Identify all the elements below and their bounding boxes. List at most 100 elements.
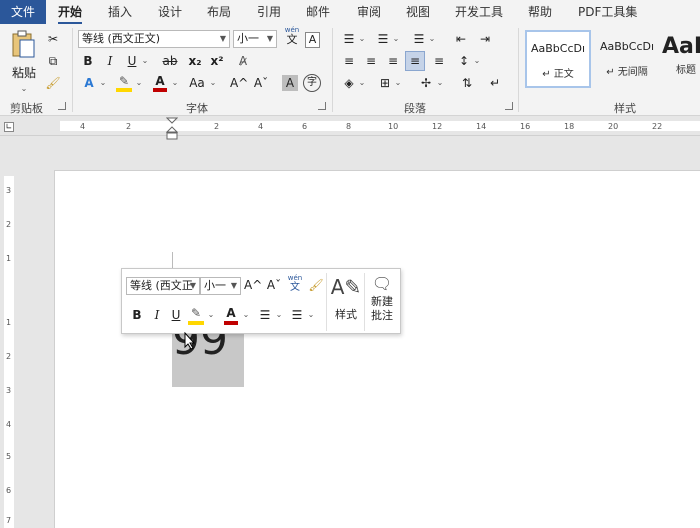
paragraph-launcher-icon[interactable] [505,102,513,110]
mini-bullets-icon[interactable]: ☰ [256,307,274,323]
chevron-down-icon[interactable]: ⌄ [206,307,216,323]
chevron-down-icon[interactable]: ⌄ [435,74,445,92]
chevron-down-icon[interactable]: ⌄ [208,74,218,92]
ruler-label: 22 [652,122,663,131]
chevron-down-icon[interactable]: ⌄ [393,74,403,92]
mini-underline-button[interactable]: U [169,307,183,323]
grow-font-button[interactable]: A^ [230,74,248,92]
tab-review[interactable]: 审阅 [349,0,389,24]
bold-button[interactable]: B [80,52,96,70]
subscript-button[interactable]: x₂ [186,52,204,70]
mini-bold-button[interactable]: B [130,307,144,323]
character-border-button[interactable]: A [305,32,320,48]
superscript-button[interactable]: x² [208,52,226,70]
chevron-down-icon[interactable]: ⌄ [274,307,284,323]
font-launcher-icon[interactable] [318,102,326,110]
tab-layout[interactable]: 布局 [199,0,239,24]
chevron-down-icon[interactable]: ⌄ [357,74,367,92]
line-spacing-icon[interactable]: ↕ [455,52,473,70]
tab-mailings[interactable]: 邮件 [298,0,338,24]
align-left-icon[interactable]: ≡ [340,52,358,70]
clear-formatting-icon[interactable]: A̷ [233,52,253,70]
tab-pdf-tools[interactable]: PDF工具集 [570,0,645,24]
italic-button[interactable]: I [102,52,118,70]
mini-styles-button[interactable]: A✎ 样式 [330,275,362,329]
justify-icon[interactable]: ≡ [405,51,425,71]
ruler-label: 6 [302,122,308,131]
indent-marker-icon[interactable] [165,117,179,143]
mini-font-name-combo[interactable]: 等线 (西文正 ▼ [126,277,200,295]
asian-layout-icon[interactable]: ✢ [416,74,436,92]
decrease-indent-icon[interactable]: ⇤ [452,30,470,48]
mini-new-comment-button[interactable]: 🗨 新建 批注 [366,273,398,331]
tab-developer[interactable]: 开发工具 [447,0,511,24]
format-painter-icon[interactable]: 🖌 [44,74,62,92]
font-name-value: 等线 (西文正文) [82,32,161,45]
chevron-down-icon[interactable]: ⌄ [170,74,180,92]
tab-home[interactable]: 开始 [50,0,90,24]
mini-italic-button[interactable]: I [150,307,164,323]
text-effects-icon[interactable]: A [80,74,98,92]
paste-dropdown-icon[interactable]: ⌄ [14,80,34,98]
tab-insert[interactable]: 插入 [100,0,140,24]
borders-icon[interactable]: ⊞ [376,74,394,92]
mini-font-size-combo[interactable]: 小一 ▼ [200,277,241,295]
font-color-button[interactable]: A [150,72,170,92]
tab-design[interactable]: 设计 [150,0,190,24]
paste-button[interactable] [8,30,38,62]
align-center-icon[interactable]: ≡ [362,52,380,70]
clipboard-launcher-icon[interactable] [58,102,66,110]
ruler-label: 6 [6,486,12,495]
shrink-font-button[interactable]: Aˇ [252,74,270,92]
chevron-down-icon[interactable]: ⌄ [472,52,482,70]
mini-shrink-font-button[interactable]: Aˇ [265,277,283,293]
mini-highlight-button[interactable]: ✎ [186,305,206,325]
align-right-icon[interactable]: ≡ [384,52,402,70]
shading-icon[interactable]: ◈ [340,74,358,92]
chevron-down-icon[interactable]: ⌄ [391,30,401,48]
ruler-label: 4 [80,122,86,131]
enclose-characters-button[interactable]: 字 [303,74,321,92]
tab-help[interactable]: 帮助 [520,0,560,24]
increase-indent-icon[interactable]: ⇥ [476,30,494,48]
ruler-label: 3 [6,386,12,395]
tab-file[interactable]: 文件 [0,0,46,24]
chevron-down-icon[interactable]: ⌄ [306,307,316,323]
mini-grow-font-button[interactable]: A^ [244,277,262,293]
tab-view[interactable]: 视图 [398,0,438,24]
numbering-icon[interactable]: ☰ [374,30,392,48]
font-size-combo[interactable]: 小一 ▼ [233,30,277,48]
cut-icon[interactable]: ✂ [44,30,62,48]
font-name-combo[interactable]: 等线 (西文正文) ▼ [78,30,230,48]
distributed-icon[interactable]: ≡ [430,52,448,70]
style-no-spacing[interactable]: AaBbCcDı ↵ 无间隔 [594,30,660,88]
mini-font-color-button[interactable]: A [221,305,241,325]
document-page[interactable] [54,170,700,528]
show-marks-icon[interactable]: ↵ [486,74,504,92]
style-normal[interactable]: AaBbCcDı ↵ 正文 [525,30,591,88]
sort-icon[interactable]: ⇅ [458,74,476,92]
bullets-icon[interactable]: ☰ [340,30,358,48]
chevron-down-icon[interactable]: ⌄ [98,74,108,92]
mini-format-painter-icon[interactable]: 🖌 [306,277,326,293]
mini-font-name-value: 等线 (西文正 [130,279,193,292]
mini-numbering-icon[interactable]: ☰ [288,307,306,323]
chevron-down-icon[interactable]: ⌄ [241,307,251,323]
tab-references[interactable]: 引用 [249,0,289,24]
chevron-down-icon[interactable]: ⌄ [427,30,437,48]
mini-phonetic-char: 文 [290,282,300,293]
copy-icon[interactable]: ⧉ [44,52,62,70]
tab-selector-icon[interactable]: ∟ [4,122,14,132]
character-shading-button[interactable]: A [282,75,298,91]
underline-button[interactable]: U [124,52,140,70]
highlight-button[interactable]: ✎ [114,72,134,92]
phonetic-guide-button[interactable]: wén 文 [281,26,303,45]
change-case-button[interactable]: Aa [186,74,208,92]
strikethrough-button[interactable]: ab [160,52,180,70]
style-heading[interactable]: AaI 标题 [662,30,700,88]
chevron-down-icon[interactable]: ⌄ [140,52,150,70]
chevron-down-icon[interactable]: ⌄ [134,74,144,92]
multilevel-list-icon[interactable]: ☰ [410,30,428,48]
mini-phonetic-button[interactable]: wén 文 [285,274,305,293]
chevron-down-icon[interactable]: ⌄ [357,30,367,48]
